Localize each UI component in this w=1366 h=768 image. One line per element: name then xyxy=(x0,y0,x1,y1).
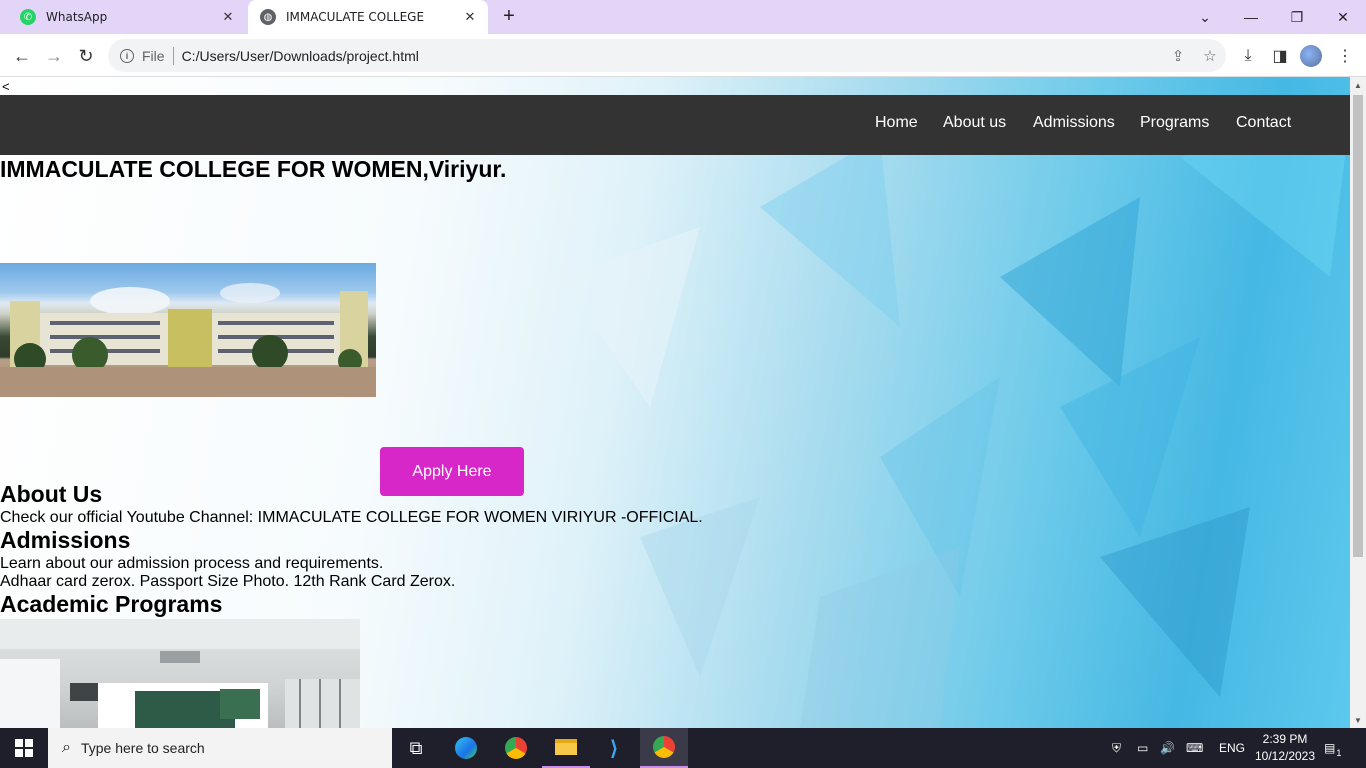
forward-arrow-icon[interactable]: → xyxy=(40,42,68,70)
tab-strip: ✆ WhatsApp ✕ ◍ IMMACULATE COLLEGE ✕ + ⌄ … xyxy=(0,0,1366,34)
classroom-photo xyxy=(0,619,360,728)
page-viewport: < Home About us Admissions Programs Cont… xyxy=(0,77,1350,728)
keyboard-icon[interactable]: ⌨ xyxy=(1186,728,1203,768)
chrome-profile-icon[interactable] xyxy=(640,728,688,768)
notification-icon[interactable]: ▤ 1 xyxy=(1324,728,1341,768)
profile-avatar[interactable] xyxy=(1300,45,1322,67)
taskbar-search-input[interactable]: ⌕ Type here to search xyxy=(48,728,392,768)
admissions-requirements: Adhaar card zerox. Passport Size Photo. … xyxy=(0,573,456,590)
campus-photo xyxy=(0,263,376,397)
scroll-thumb[interactable] xyxy=(1353,95,1363,557)
language-indicator[interactable]: ENG xyxy=(1219,728,1245,768)
vscode-icon[interactable]: ⟩ xyxy=(590,728,638,768)
minimize-button[interactable]: — xyxy=(1228,0,1274,34)
about-us-heading: About Us xyxy=(0,481,103,507)
clock-time: 2:39 PM xyxy=(1262,732,1308,746)
page-title: IMMACULATE COLLEGE FOR WOMEN,Viriyur. xyxy=(0,156,507,182)
address-bar[interactable]: i File C:/Users/User/Downloads/project.h… xyxy=(108,39,1226,72)
tab-title: WhatsApp xyxy=(46,10,108,24)
browser-toolbar: ← → ↻ i File C:/Users/User/Downloads/pro… xyxy=(0,34,1366,77)
nav-about-us[interactable]: About us xyxy=(943,114,1006,132)
scroll-down-arrow-icon[interactable]: ▼ xyxy=(1350,712,1366,728)
volume-icon[interactable]: 🔊 xyxy=(1160,728,1175,768)
notification-bubble-icon: ▤ xyxy=(1324,741,1336,755)
tab-whatsapp[interactable]: ✆ WhatsApp ✕ xyxy=(8,0,246,34)
scroll-up-arrow-icon[interactable]: ▲ xyxy=(1350,77,1366,93)
campus-photo-illustration xyxy=(0,283,376,397)
notification-count: 1 xyxy=(1336,748,1342,758)
nav-admissions[interactable]: Admissions xyxy=(1033,114,1115,132)
back-arrow-icon[interactable]: ← xyxy=(8,42,36,70)
site-navbar: Home About us Admissions Programs Contac… xyxy=(0,95,1350,155)
new-tab-button[interactable]: + xyxy=(498,6,520,28)
chrome-icon[interactable] xyxy=(492,728,540,768)
nav-home[interactable]: Home xyxy=(875,114,918,132)
edge-icon[interactable] xyxy=(442,728,490,768)
tab-search-chevron-down-icon[interactable]: ⌄ xyxy=(1182,0,1228,34)
globe-icon: ◍ xyxy=(260,9,276,25)
clock-date: 10/12/2023 xyxy=(1254,749,1316,763)
windows-taskbar: ⌕ Type here to search ⧉ ⟩ ⛨ ▭ 🔊 ⌨ ENG 2:… xyxy=(0,728,1366,768)
close-icon[interactable]: ✕ xyxy=(460,10,480,25)
share-icon[interactable]: ⇪ xyxy=(1162,47,1194,65)
restore-button[interactable]: ❐ xyxy=(1274,0,1320,34)
tab-immaculate-college[interactable]: ◍ IMMACULATE COLLEGE ✕ xyxy=(248,0,488,34)
vertical-scrollbar[interactable]: ▲ ▼ xyxy=(1350,77,1366,728)
search-placeholder: Type here to search xyxy=(80,740,205,756)
network-icon[interactable]: ▭ xyxy=(1137,728,1148,768)
menu-kebab-icon[interactable]: ⋮ xyxy=(1332,43,1358,69)
academic-programs-heading: Academic Programs xyxy=(0,591,223,617)
file-explorer-icon[interactable] xyxy=(542,728,590,768)
security-shield-icon[interactable]: ⛨ xyxy=(1112,728,1121,768)
close-icon[interactable]: ✕ xyxy=(218,10,238,25)
scheme-label: File xyxy=(142,47,165,64)
info-icon[interactable]: i xyxy=(120,48,134,63)
nav-programs[interactable]: Programs xyxy=(1140,114,1209,132)
close-window-button[interactable]: ✕ xyxy=(1320,0,1366,34)
apply-here-button[interactable]: Apply Here xyxy=(380,447,524,496)
bookmark-star-icon[interactable]: ☆ xyxy=(1194,47,1226,65)
url-text[interactable]: C:/Users/User/Downloads/project.html xyxy=(182,48,1162,64)
search-icon: ⌕ xyxy=(62,739,71,756)
download-icon[interactable]: ⤓ xyxy=(1235,43,1261,69)
divider xyxy=(172,46,174,65)
whatsapp-icon: ✆ xyxy=(20,9,36,25)
clock[interactable]: 2:39 PM 10/12/2023 xyxy=(1248,731,1322,765)
about-us-text: Check our official Youtube Channel: IMMA… xyxy=(0,509,703,526)
stray-text: < xyxy=(2,79,10,94)
side-panel-icon[interactable]: ◨ xyxy=(1267,43,1293,69)
windows-logo-icon xyxy=(15,739,33,757)
tab-title: IMMACULATE COLLEGE xyxy=(286,10,425,24)
reload-icon[interactable]: ↻ xyxy=(72,42,100,70)
task-view-icon[interactable]: ⧉ xyxy=(392,728,440,768)
admissions-heading: Admissions xyxy=(0,527,131,553)
classroom-photo-illustration xyxy=(0,619,360,728)
admissions-text: Learn about our admission process and re… xyxy=(0,555,384,572)
start-button[interactable] xyxy=(0,728,48,768)
nav-contact[interactable]: Contact xyxy=(1236,114,1291,132)
